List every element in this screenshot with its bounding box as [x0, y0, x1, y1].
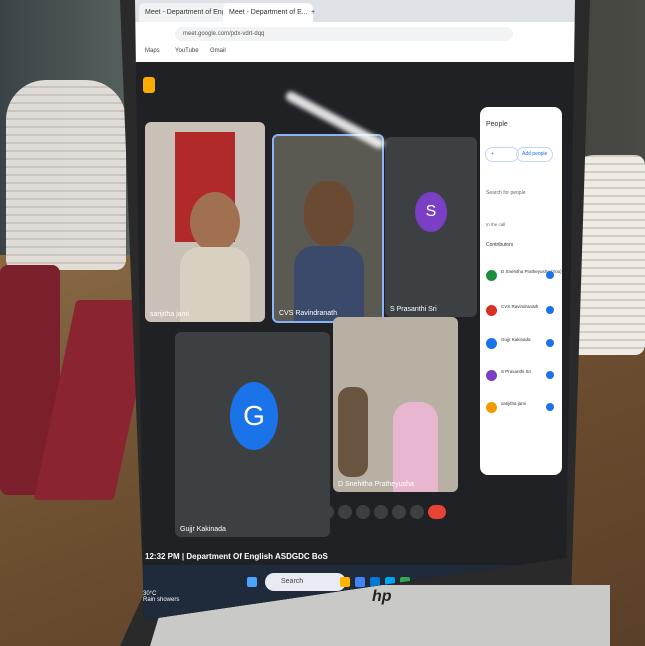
captions-button[interactable]	[356, 505, 370, 519]
bookmark-youtube[interactable]: YouTube	[175, 48, 199, 54]
camera-button[interactable]	[338, 505, 352, 519]
mic-icon	[546, 271, 554, 279]
taskbar-search[interactable]: Search	[265, 573, 346, 591]
weather-desc: Rain showers	[143, 597, 180, 603]
address-bar: meet.google.com/pdx-vdrt-dqq	[135, 22, 575, 46]
more-options-button[interactable]	[410, 505, 424, 519]
person-name: sarijitha jami	[501, 401, 527, 406]
bookmark-gmail[interactable]: Gmail	[210, 48, 226, 54]
participant-avatar: S	[415, 192, 447, 232]
participant-name: sarijitha jami	[150, 311, 189, 318]
avatar	[486, 338, 497, 349]
start-icon[interactable]	[247, 577, 257, 587]
end-call-button[interactable]	[428, 505, 446, 519]
people-list-item[interactable]: Gujjr Kakinada	[486, 335, 558, 353]
participant-name: D Snehitha Pratheyusha	[338, 481, 414, 488]
avatar	[486, 402, 497, 413]
participant-tile-2[interactable]: CVS Ravindranath	[272, 134, 384, 323]
call-controls	[320, 505, 446, 521]
emoji-button[interactable]	[374, 505, 388, 519]
participant-name: Gujjr Kakinada	[180, 526, 226, 533]
people-list-item[interactable]: D Snehitha Pratheyusha (You)	[486, 267, 562, 285]
bookmarks-bar: Maps YouTube Gmail	[135, 46, 575, 63]
left-chair	[6, 80, 126, 270]
person-name: S Prasanthi Sri	[501, 369, 532, 374]
person-head	[304, 181, 354, 246]
bookmark-maps[interactable]: Maps	[145, 48, 160, 54]
meet-activity-icon[interactable]	[143, 77, 155, 93]
participant-tile-4[interactable]: G Gujjr Kakinada	[175, 332, 330, 537]
contributors-heading[interactable]: Contributors	[486, 242, 513, 248]
participant-tile-3[interactable]: S S Prasanthi Sri	[385, 137, 477, 317]
laptop-screen: Meet - Department of English Meet - Depa…	[135, 0, 575, 620]
avatar	[486, 370, 497, 381]
browser-tab-bar: Meet - Department of English Meet - Depa…	[135, 0, 575, 22]
mic-icon	[546, 403, 554, 411]
person-name: CVS Ravindranath	[501, 304, 539, 309]
people-list-item[interactable]: CVS Ravindranath	[486, 302, 558, 320]
participant-tile-1[interactable]: sarijitha jami	[145, 122, 265, 322]
weather-widget[interactable]: 30°C Rain showers	[143, 591, 179, 603]
present-button[interactable]	[392, 505, 406, 519]
meeting-footer: 12:32 PM | Department Of English ASDGDC …	[145, 552, 328, 561]
in-call-heading: In the call	[486, 222, 506, 227]
search-people-input[interactable]: Search for people	[486, 190, 525, 196]
file-explorer-icon[interactable]	[340, 577, 350, 587]
chrome-icon[interactable]	[355, 577, 365, 587]
person-left	[338, 387, 368, 477]
avatar	[486, 305, 497, 316]
add-people-button-2[interactable]: Add people	[516, 147, 554, 162]
edge-icon[interactable]	[370, 577, 380, 587]
person-right	[393, 402, 438, 492]
meet-stage: sarijitha jami CVS Ravindranath S S Pras…	[135, 62, 575, 620]
people-panel: People + Add people Search for people In…	[480, 107, 562, 475]
participant-avatar: G	[230, 382, 278, 450]
new-tab-button[interactable]: +	[305, 3, 327, 22]
mic-icon	[546, 371, 554, 379]
browser-tab-2[interactable]: Meet - Department of E...	[223, 3, 313, 22]
person-head	[190, 192, 240, 252]
people-panel-title: People	[486, 121, 508, 128]
participant-name: S Prasanthi Sri	[390, 306, 437, 313]
hp-logo: hp	[372, 588, 392, 605]
add-people-button[interactable]: +	[485, 147, 519, 162]
person-name: Gujjr Kakinada	[501, 337, 531, 342]
browser-tab-1[interactable]: Meet - Department of English	[139, 3, 231, 22]
people-list-item[interactable]: sarijitha jami	[486, 399, 558, 417]
participant-tile-5[interactable]: D Snehitha Pratheyusha	[333, 317, 458, 492]
person-body	[180, 247, 250, 322]
url-field[interactable]: meet.google.com/pdx-vdrt-dqq	[175, 27, 513, 41]
mic-icon	[546, 306, 554, 314]
mic-icon	[546, 339, 554, 347]
people-list-item[interactable]: S Prasanthi Sri	[486, 367, 558, 385]
mic-button[interactable]	[320, 505, 334, 519]
participant-name: CVS Ravindranath	[279, 310, 337, 317]
avatar	[486, 270, 497, 281]
